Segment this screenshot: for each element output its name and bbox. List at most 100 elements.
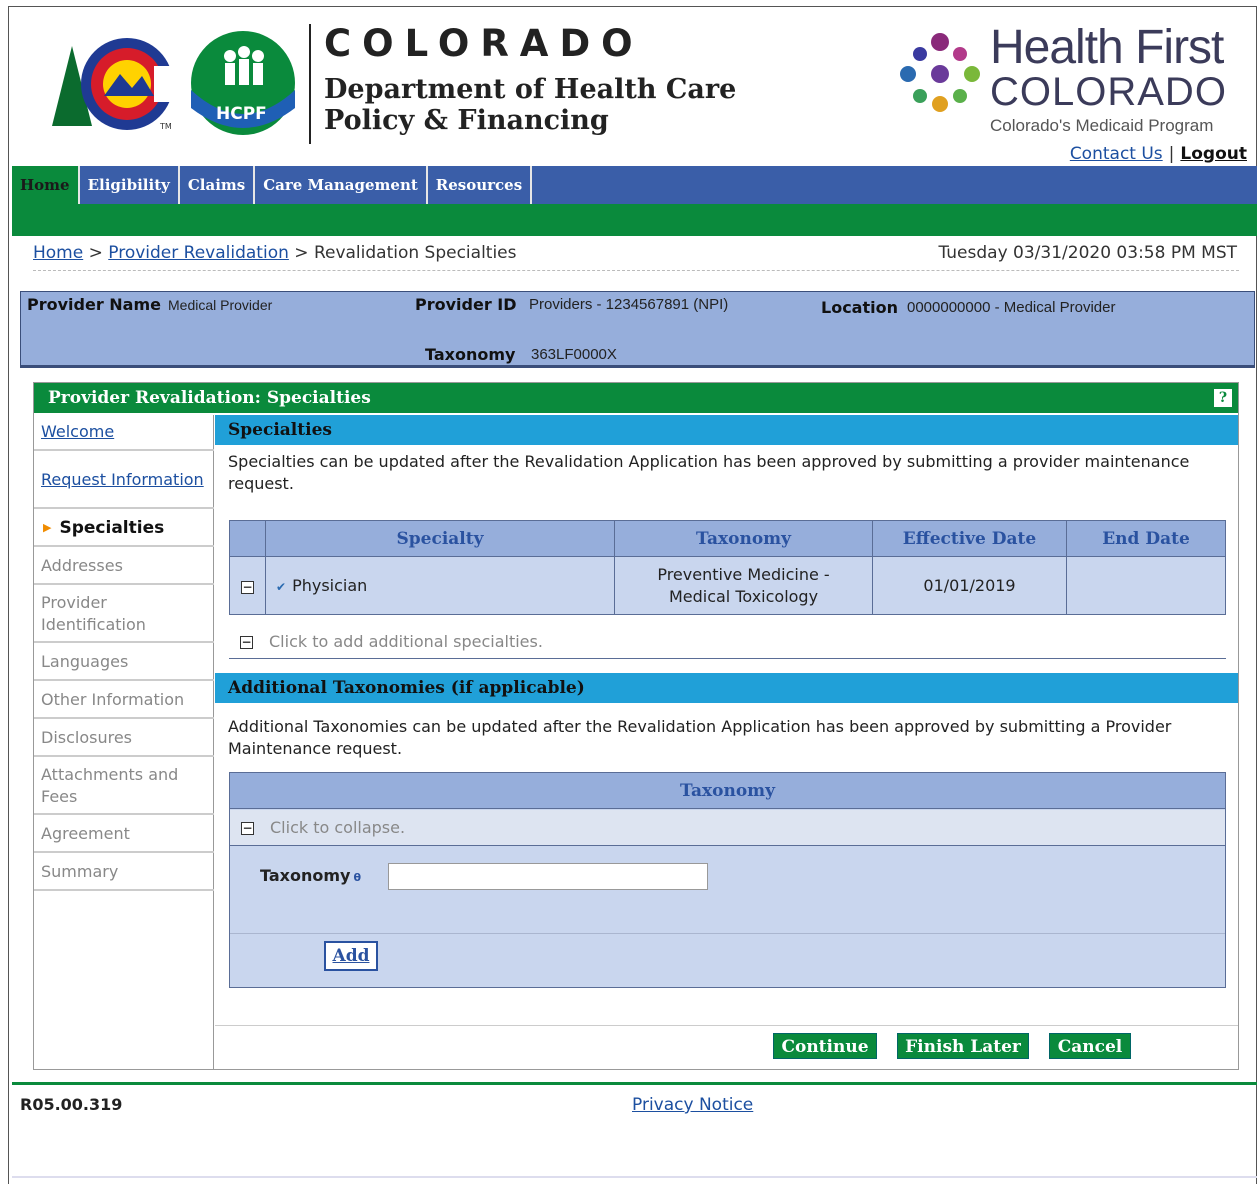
taxonomy-cell: Preventive Medicine - Medical Toxicology	[614, 556, 873, 615]
taxonomy-table-header: Taxonomy	[230, 773, 1225, 809]
step-specialties[interactable]: ▶ Specialties	[34, 511, 214, 547]
column-header-specialty: Specialty	[265, 520, 615, 557]
breadcrumb-separator: >	[294, 243, 309, 263]
column-header-effective-date: Effective Date	[872, 520, 1067, 557]
breadcrumb-separator: >	[88, 243, 103, 263]
info-icon[interactable]: θ	[353, 871, 361, 884]
version-number: R05.00.319	[20, 1095, 123, 1114]
step-other-information: Other Information	[34, 683, 214, 719]
collapse-toggle-icon[interactable]: −	[241, 581, 254, 594]
provider-id-value: Providers - 1234567891 (NPI)	[529, 296, 729, 313]
current-step-arrow-icon: ▶	[43, 521, 52, 534]
collapse-row[interactable]: − Click to collapse.	[230, 810, 1225, 846]
provider-name-value: Medical Provider	[168, 297, 273, 313]
header-links: Contact Us | Logout	[1070, 144, 1247, 164]
breadcrumb-divider	[33, 270, 1239, 271]
privacy-notice-link[interactable]: Privacy Notice	[632, 1095, 753, 1115]
location-value: 0000000000 - Medical Provider	[907, 299, 1116, 316]
nav-care-management[interactable]: Care Management	[255, 166, 428, 204]
checkmark-icon: ✔	[276, 580, 287, 594]
finish-later-button[interactable]: Finish Later	[897, 1033, 1029, 1059]
breadcrumb-current: Revalidation Specialties	[313, 243, 517, 263]
taxonomy-value: 363LF0000X	[531, 346, 617, 363]
row-toggle-cell: −	[229, 556, 266, 615]
state-title: COLORADO	[324, 22, 644, 65]
expand-toggle-icon[interactable]: −	[240, 636, 253, 649]
location-label: Location	[821, 298, 898, 317]
step-attachments-fees: Attachments and Fees	[34, 759, 214, 815]
site-header: TM HCPF COLORADO Department of Health Ca…	[12, 6, 1257, 166]
nav-resources[interactable]: Resources	[428, 166, 533, 204]
provider-info-bar: Provider Name Medical Provider Provider …	[20, 291, 1255, 368]
department-name: Department of Health Care Policy & Finan…	[324, 74, 737, 136]
step-content: Specialties Specialties can be updated a…	[215, 415, 1238, 1069]
column-header-end-date: End Date	[1066, 520, 1226, 557]
step-languages: Languages	[34, 645, 214, 681]
column-header-toggle	[229, 520, 266, 557]
collapse-text: Click to collapse.	[270, 818, 406, 837]
step-welcome[interactable]: Welcome	[34, 415, 214, 451]
revalidation-panel: Provider Revalidation: Specialties ? Wel…	[33, 382, 1239, 1070]
panel-title: Provider Revalidation: Specialties ?	[34, 383, 1238, 413]
breadcrumb-revalidation-link[interactable]: Provider Revalidation	[108, 243, 289, 263]
step-request-information[interactable]: Request Information	[34, 453, 214, 509]
footer-divider	[12, 1082, 1257, 1085]
add-specialties-row[interactable]: − Click to add additional specialties.	[229, 625, 1226, 659]
step-summary: Summary	[34, 855, 214, 891]
add-button[interactable]: Add	[324, 941, 378, 971]
column-header-taxonomy: Taxonomy	[614, 520, 873, 557]
specialties-table: Specialty Taxonomy Effective Date End Da…	[229, 520, 1226, 615]
taxonomy-field-label-text: Taxonomy	[260, 866, 351, 885]
taxonomy-field-label: Taxonomy θ	[260, 866, 361, 885]
nav-home[interactable]: Home	[12, 166, 80, 204]
colorado-logo	[52, 38, 182, 130]
actions-divider	[215, 1025, 1238, 1026]
trademark-mark: TM	[160, 122, 172, 131]
additional-taxonomies-description: Additional Taxonomies can be updated aft…	[228, 717, 1172, 758]
panel-title-text: Provider Revalidation: Specialties	[48, 388, 371, 408]
brand-title: Health First	[990, 21, 1224, 74]
step-disclosures: Disclosures	[34, 721, 214, 757]
brand-tagline: Colorado's Medicaid Program	[990, 116, 1214, 135]
hcpf-badge-text: HCPF	[216, 104, 267, 124]
end-date-cell	[1066, 556, 1226, 615]
taxonomy-label: Taxonomy	[425, 345, 516, 364]
nav-eligibility[interactable]: Eligibility	[80, 166, 180, 204]
bottom-divider	[12, 1176, 1257, 1178]
collapse-toggle-icon[interactable]: −	[241, 822, 254, 835]
provider-name-label: Provider Name	[27, 295, 161, 314]
add-specialties-text: Click to add additional specialties.	[269, 632, 543, 651]
cancel-button[interactable]: Cancel	[1049, 1033, 1131, 1059]
step-specialties-label: Specialties	[59, 518, 165, 538]
step-agreement: Agreement	[34, 817, 214, 853]
continue-button[interactable]: Continue	[773, 1033, 877, 1059]
header-link-separator: |	[1168, 144, 1175, 164]
specialties-heading: Specialties	[215, 415, 1238, 445]
provider-id-label: Provider ID	[415, 295, 517, 314]
table-header-row: Specialty Taxonomy Effective Date End Da…	[229, 520, 1226, 557]
nav-subbar	[12, 204, 1257, 236]
brand-state: COLORADO	[990, 70, 1227, 114]
effective-date-cell: 01/01/2019	[872, 556, 1067, 615]
health-first-logo	[900, 33, 980, 112]
logout-link[interactable]: Logout	[1180, 144, 1247, 164]
specialty-value: Physician	[292, 576, 368, 595]
breadcrumb: Home > Provider Revalidation > Revalidat…	[33, 243, 517, 263]
step-provider-identification: Provider Identification	[34, 587, 214, 643]
specialty-cell: ✔ Physician	[265, 556, 615, 615]
taxonomy-divider	[230, 933, 1225, 934]
specialties-description: Specialties can be updated after the Rev…	[228, 452, 1190, 493]
step-sidebar: Welcome Request Information ▶ Specialtie…	[34, 415, 214, 1069]
breadcrumb-home-link[interactable]: Home	[33, 243, 83, 263]
step-addresses: Addresses	[34, 549, 214, 585]
help-icon[interactable]: ?	[1214, 389, 1232, 407]
table-row: − ✔ Physician Preventive Medicine - Medic…	[229, 556, 1226, 615]
nav-claims[interactable]: Claims	[180, 166, 256, 204]
additional-taxonomies-box: Taxonomy − Click to collapse. Taxonomy θ A…	[229, 772, 1226, 988]
current-datetime: Tuesday 03/31/2020 03:58 PM MST	[938, 243, 1237, 263]
header-divider	[309, 24, 311, 144]
taxonomy-input[interactable]	[388, 863, 708, 890]
additional-taxonomies-heading: Additional Taxonomies (if applicable)	[215, 673, 1238, 703]
contact-us-link[interactable]: Contact Us	[1070, 144, 1163, 164]
main-nav: Home Eligibility Claims Care Management …	[12, 166, 1257, 204]
